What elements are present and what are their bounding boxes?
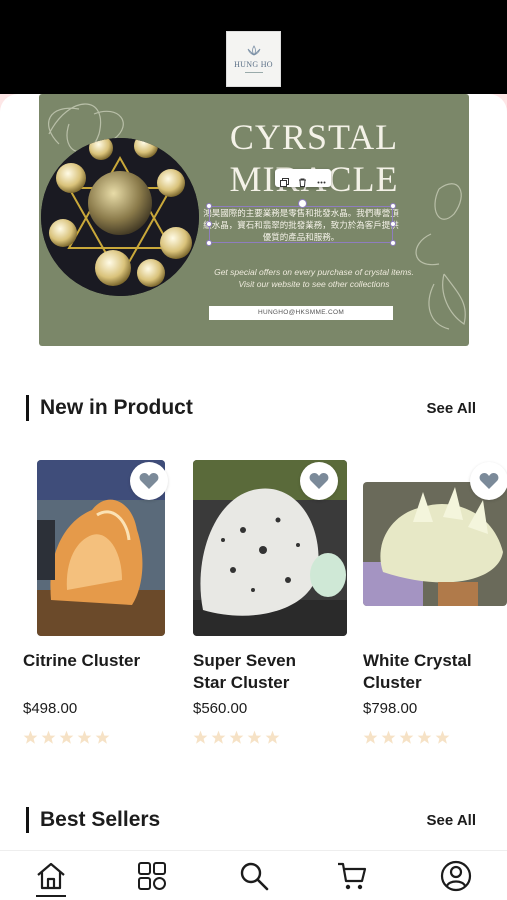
wishlist-button[interactable] bbox=[470, 462, 507, 500]
see-all-best-button[interactable]: See All bbox=[427, 812, 476, 829]
see-all-new-button[interactable]: See All bbox=[427, 400, 476, 417]
brand-logo[interactable]: HUNG HO bbox=[226, 31, 281, 87]
home-icon bbox=[37, 862, 65, 890]
rotate-handle[interactable] bbox=[298, 199, 307, 208]
product-price: $498.00 bbox=[23, 700, 78, 717]
rating-stars bbox=[23, 730, 110, 745]
bottom-navigation bbox=[0, 850, 507, 900]
main-content: CYRSTAL MIRACLE 鴻昊國際的主要業務是零售和批發水晶。我們專營頂級… bbox=[0, 94, 507, 850]
product-price: $560.00 bbox=[193, 700, 248, 717]
heart-icon bbox=[309, 473, 329, 489]
more-icon[interactable] bbox=[317, 174, 326, 183]
star-icon bbox=[77, 730, 92, 744]
promo-banner[interactable]: CYRSTAL MIRACLE 鴻昊國際的主要業務是零售和批發水晶。我們專營頂級… bbox=[39, 94, 469, 346]
section-title-new: New in Product bbox=[40, 396, 193, 419]
trash-icon[interactable] bbox=[298, 174, 307, 187]
copy-icon[interactable] bbox=[279, 174, 289, 187]
product-name: White Crystal Cluster bbox=[363, 651, 472, 692]
banner-title: CYRSTAL MIRACLE bbox=[229, 117, 399, 199]
section-title-best: Best Sellers bbox=[40, 808, 161, 831]
star-icon bbox=[399, 730, 414, 744]
star-icon bbox=[247, 730, 262, 744]
star-icon bbox=[59, 730, 74, 744]
search-icon bbox=[240, 862, 269, 891]
text-edit-toolbar[interactable] bbox=[275, 169, 331, 187]
star-icon bbox=[41, 730, 56, 744]
wishlist-button[interactable] bbox=[130, 462, 168, 500]
text-selection-box[interactable] bbox=[206, 199, 396, 246]
star-icon bbox=[211, 730, 226, 744]
cart-icon bbox=[338, 862, 367, 890]
rating-stars bbox=[363, 730, 450, 745]
nav-categories[interactable] bbox=[135, 859, 169, 893]
star-icon bbox=[417, 730, 432, 744]
banner-email: HUNGHO@HKSMME.COM bbox=[209, 306, 393, 320]
profile-icon bbox=[440, 860, 472, 892]
product-name: Super Seven Star Cluster bbox=[193, 651, 296, 692]
best-sellers-header: Best Sellers See All bbox=[26, 806, 481, 834]
lotus-logo-icon bbox=[247, 45, 260, 56]
star-icon bbox=[229, 730, 244, 744]
star-icon bbox=[95, 730, 110, 744]
star-icon bbox=[435, 730, 450, 744]
nav-search[interactable] bbox=[237, 859, 271, 893]
nav-cart[interactable] bbox=[335, 859, 369, 893]
rating-stars bbox=[193, 730, 280, 745]
product-price: $798.00 bbox=[363, 700, 418, 717]
star-icon bbox=[363, 730, 378, 744]
nav-profile[interactable] bbox=[439, 859, 473, 893]
top-bar: HUNG HO bbox=[0, 0, 507, 94]
product-name: Citrine Cluster bbox=[23, 651, 141, 670]
new-in-product-header: New in Product See All bbox=[26, 394, 481, 422]
active-tab-indicator bbox=[36, 895, 66, 897]
crystal-ball-photo bbox=[41, 138, 199, 296]
star-icon bbox=[193, 730, 208, 744]
nav-home[interactable] bbox=[34, 859, 68, 893]
categories-icon bbox=[138, 862, 166, 890]
star-icon bbox=[381, 730, 396, 744]
logo-text: HUNG HO bbox=[234, 60, 273, 69]
banner-offer-text: Get special offers on every purchase of … bbox=[214, 267, 414, 289]
heart-icon bbox=[139, 473, 159, 489]
product-image[interactable] bbox=[363, 482, 507, 606]
star-icon bbox=[23, 730, 38, 744]
wishlist-button[interactable] bbox=[300, 462, 338, 500]
heart-icon bbox=[479, 473, 499, 489]
star-icon bbox=[265, 730, 280, 744]
